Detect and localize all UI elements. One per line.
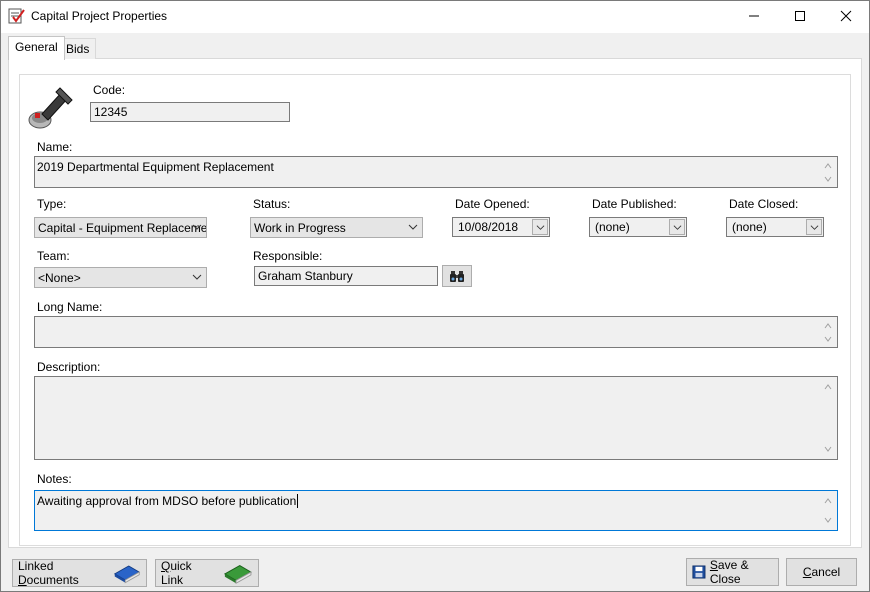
date-published-value: (none): [595, 220, 630, 234]
maximize-icon: [795, 11, 805, 21]
responsible-field[interactable]: Graham Stanbury: [254, 266, 438, 286]
binoculars-icon: [450, 271, 464, 282]
blue-book-icon: [113, 565, 141, 584]
project-icon: [26, 82, 74, 130]
chevron-down-icon: [536, 224, 544, 230]
linked-documents-button[interactable]: Linked Documents: [12, 559, 147, 587]
scroll-up-icon[interactable]: [823, 382, 833, 392]
scroll-up-icon[interactable]: [823, 321, 833, 331]
scroll-down-icon[interactable]: [823, 174, 833, 184]
date-closed-value: (none): [732, 220, 767, 234]
save-close-button[interactable]: Save & Close: [686, 558, 779, 586]
window-title: Capital Project Properties: [31, 9, 168, 23]
chevron-down-icon: [192, 224, 202, 230]
date-opened-picker[interactable]: 10/08/2018: [452, 217, 550, 237]
notes-field[interactable]: Awaiting approval from MDSO before publi…: [34, 490, 838, 531]
type-value: Capital - Equipment Replacement: [38, 221, 207, 235]
close-icon: [840, 10, 852, 22]
quick-link-button[interactable]: Quick Link: [155, 559, 259, 587]
date-closed-picker[interactable]: (none): [726, 217, 824, 237]
type-label: Type:: [37, 197, 67, 211]
text-cursor: [297, 494, 299, 508]
chevron-down-icon: [673, 224, 681, 230]
team-label: Team:: [37, 249, 70, 263]
maximize-button[interactable]: [777, 0, 823, 32]
name-value: 2019 Departmental Equipment Replacement: [37, 160, 274, 174]
name-label: Name:: [37, 140, 73, 154]
chevron-down-icon: [192, 274, 202, 280]
minimize-icon: [749, 15, 759, 17]
long-name-field[interactable]: [34, 316, 838, 348]
date-published-label: Date Published:: [592, 197, 677, 211]
date-published-dropdown-button[interactable]: [669, 219, 685, 235]
properties-group: [19, 74, 851, 546]
minimize-button[interactable]: [731, 0, 777, 32]
app-icon: [8, 7, 26, 25]
tab-general[interactable]: General: [8, 36, 65, 60]
green-book-icon: [224, 565, 253, 584]
status-label: Status:: [253, 197, 291, 211]
code-label: Code:: [93, 83, 126, 97]
notes-value: Awaiting approval from MDSO before publi…: [37, 494, 297, 508]
scroll-up-icon[interactable]: [823, 161, 833, 171]
find-responsible-button[interactable]: [442, 265, 472, 287]
date-opened-value: 10/08/2018: [458, 220, 519, 234]
scroll-down-icon[interactable]: [823, 444, 833, 454]
description-field[interactable]: [34, 376, 838, 460]
status-value: Work in Progress: [254, 221, 346, 235]
notes-label: Notes:: [37, 472, 72, 486]
save-close-label: Save & Close: [709, 558, 749, 586]
code-field[interactable]: 12345: [90, 102, 290, 122]
quick-link-label: Quick Link: [161, 559, 192, 587]
date-opened-label: Date Opened:: [455, 197, 530, 211]
scroll-down-icon[interactable]: [823, 334, 833, 344]
team-value: <None>: [38, 271, 81, 285]
status-dropdown[interactable]: Work in Progress: [250, 217, 423, 238]
cancel-button[interactable]: Cancel: [786, 558, 857, 586]
description-label: Description:: [37, 360, 101, 374]
name-field[interactable]: 2019 Departmental Equipment Replacement: [34, 156, 838, 188]
date-published-picker[interactable]: (none): [589, 217, 687, 237]
team-dropdown[interactable]: <None>: [34, 267, 207, 288]
scroll-down-icon[interactable]: [823, 515, 833, 525]
date-opened-dropdown-button[interactable]: [532, 219, 548, 235]
scroll-up-icon[interactable]: [823, 496, 833, 506]
date-closed-dropdown-button[interactable]: [806, 219, 822, 235]
save-icon: [692, 565, 706, 579]
long-name-label: Long Name:: [37, 300, 103, 314]
type-dropdown[interactable]: Capital - Equipment Replacement: [34, 217, 207, 238]
cancel-label: Cancel: [802, 565, 841, 579]
date-closed-label: Date Closed:: [729, 197, 799, 211]
chevron-down-icon: [408, 224, 418, 230]
linked-documents-label: Linked Documents: [18, 559, 79, 587]
chevron-down-icon: [810, 224, 818, 230]
responsible-label: Responsible:: [253, 249, 323, 263]
close-button[interactable]: [823, 0, 869, 32]
